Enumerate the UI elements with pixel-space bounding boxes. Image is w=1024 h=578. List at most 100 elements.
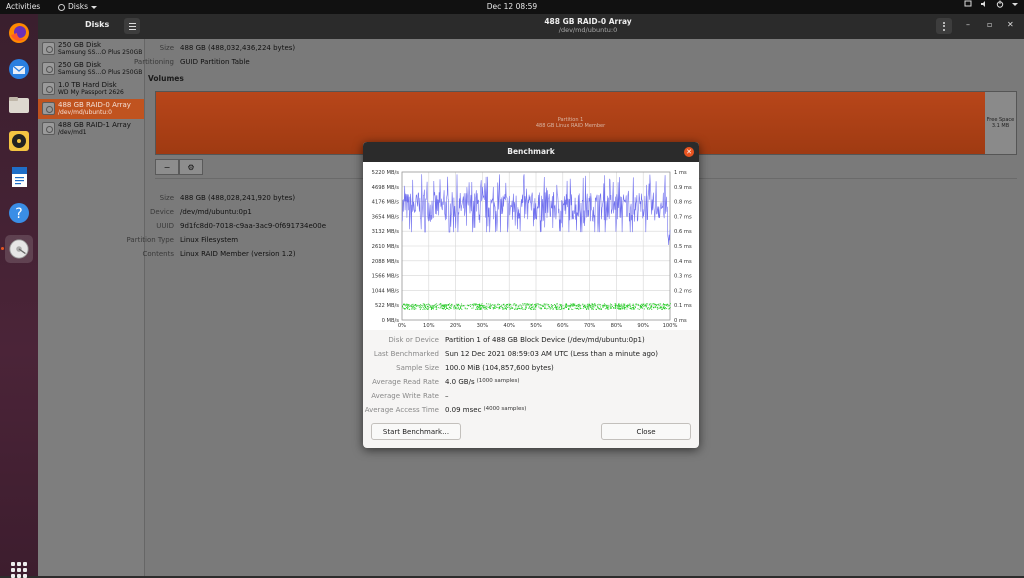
- maximize-icon[interactable]: ▫: [987, 20, 992, 29]
- writer-icon[interactable]: [5, 163, 33, 191]
- app-menu[interactable]: Disks: [58, 0, 98, 14]
- start-benchmark-button[interactable]: Start Benchmark…: [371, 423, 461, 440]
- access-time-point: [593, 304, 595, 306]
- access-time-point: [515, 304, 517, 305]
- access-time-point: [620, 308, 622, 310]
- access-time-point: [525, 303, 527, 305]
- access-time-point: [404, 308, 406, 310]
- volume-icon: [981, 1, 985, 7]
- disk-item-selected[interactable]: 488 GB RAID-0 Array/dev/md/ubuntu:0: [38, 99, 144, 119]
- access-time-point: [433, 306, 434, 308]
- x-tick-label: 40%: [503, 323, 515, 329]
- access-time-point: [651, 304, 652, 306]
- access-time-point: [531, 306, 533, 308]
- access-time-point: [432, 305, 433, 307]
- access-time-point: [640, 303, 642, 305]
- access-time-point: [572, 303, 574, 305]
- access-time-point: [618, 306, 620, 308]
- access-time-point: [517, 308, 518, 310]
- access-time-point: [449, 306, 450, 308]
- activities-button[interactable]: Activities: [6, 0, 40, 14]
- access-time-point: [461, 305, 462, 307]
- system-tray[interactable]: [964, 0, 1018, 8]
- access-time-point: [594, 303, 596, 305]
- access-time-point: [615, 306, 616, 308]
- access-time-point: [660, 303, 662, 305]
- access-time-point: [648, 309, 650, 310]
- access-time-point: [632, 303, 634, 305]
- minimize-icon[interactable]: –: [966, 20, 970, 29]
- access-time-point: [645, 304, 647, 305]
- y-left-tick-label: 4698 MB/s: [372, 185, 400, 191]
- thunderbird-icon[interactable]: [5, 55, 33, 83]
- access-time-point: [424, 306, 426, 308]
- access-time-point: [635, 303, 637, 305]
- y-right-tick-label: 0.6 ms: [674, 229, 692, 235]
- firefox-icon[interactable]: [5, 19, 33, 47]
- rhythmbox-icon[interactable]: [5, 127, 33, 155]
- access-time-point: [467, 308, 468, 310]
- access-time-point: [549, 306, 550, 308]
- access-time-point: [637, 308, 639, 310]
- access-time-point: [436, 307, 438, 308]
- disks-icon[interactable]: [5, 235, 33, 263]
- access-time-point: [508, 303, 510, 305]
- access-time-point: [548, 304, 550, 306]
- sidebar-title: Disks: [85, 20, 110, 29]
- settings-gears-icon[interactable]: ⚙: [179, 159, 203, 175]
- access-time-point: [518, 307, 520, 309]
- access-time-point: [423, 304, 425, 306]
- access-time-point: [506, 307, 508, 308]
- y-left-tick-label: 3654 MB/s: [372, 214, 400, 220]
- drive-options-icon[interactable]: [936, 18, 952, 34]
- vol-value: 488 GB (488,028,241,920 bytes): [180, 194, 296, 202]
- access-time-point: [411, 305, 413, 307]
- access-time-point: [561, 304, 563, 306]
- clock[interactable]: Dec 12 08:59: [482, 0, 542, 14]
- delete-partition-button[interactable]: −: [155, 159, 179, 175]
- access-time-point: [402, 307, 404, 309]
- disk-item[interactable]: 488 GB RAID-1 Array/dev/md1: [38, 119, 144, 139]
- access-time-point: [664, 304, 665, 305]
- help-icon[interactable]: ?: [5, 199, 33, 227]
- header-bar: Disks 488 GB RAID-0 Array /dev/md/ubuntu…: [38, 14, 1024, 39]
- access-time-point: [441, 307, 443, 309]
- access-time-point: [655, 305, 657, 306]
- files-icon[interactable]: [5, 91, 33, 119]
- access-time-point: [574, 307, 576, 309]
- hamburger-menu-icon[interactable]: [124, 18, 140, 34]
- access-time-point: [520, 308, 522, 310]
- access-time-point: [425, 304, 427, 305]
- access-time-point: [549, 308, 551, 310]
- read-rate-row: Average Read Rate 4.0 GB/s (1000 samples): [363, 378, 699, 386]
- close-icon[interactable]: ✕: [1007, 20, 1014, 29]
- access-time-point: [448, 309, 450, 310]
- access-time-point: [552, 305, 554, 306]
- close-button[interactable]: Close: [601, 423, 691, 440]
- access-time-point: [591, 308, 592, 310]
- volume-device-row: Device/dev/md/ubuntu:0p1: [105, 208, 252, 216]
- access-time-point: [568, 309, 569, 310]
- network-icon: [964, 0, 972, 7]
- access-time-point: [578, 309, 580, 310]
- access-time-point: [594, 305, 596, 306]
- dialog-close-icon[interactable]: ✕: [684, 147, 694, 157]
- access-time-point: [574, 303, 576, 305]
- disk-sub: /dev/md/ubuntu:0: [58, 109, 112, 116]
- access-time-point: [571, 308, 572, 310]
- access-time-point: [442, 306, 444, 308]
- access-time-point: [440, 304, 442, 305]
- y-left-tick-label: 3132 MB/s: [372, 229, 400, 235]
- access-time-point: [649, 304, 651, 306]
- access-time-point: [592, 307, 594, 309]
- access-time-point: [602, 304, 604, 306]
- access-time-point: [633, 308, 634, 309]
- access-time-point: [592, 308, 594, 310]
- access-time-point: [659, 307, 661, 309]
- free-space-block[interactable]: Free Space 3.1 MB: [985, 92, 1016, 154]
- disk-item[interactable]: 1.0 TB Hard Disk WD My Passport 2626: [38, 79, 144, 99]
- access-time-point: [618, 308, 620, 309]
- access-time-point: [558, 306, 560, 308]
- access-time-point: [619, 308, 621, 310]
- access-time-point: [590, 307, 592, 308]
